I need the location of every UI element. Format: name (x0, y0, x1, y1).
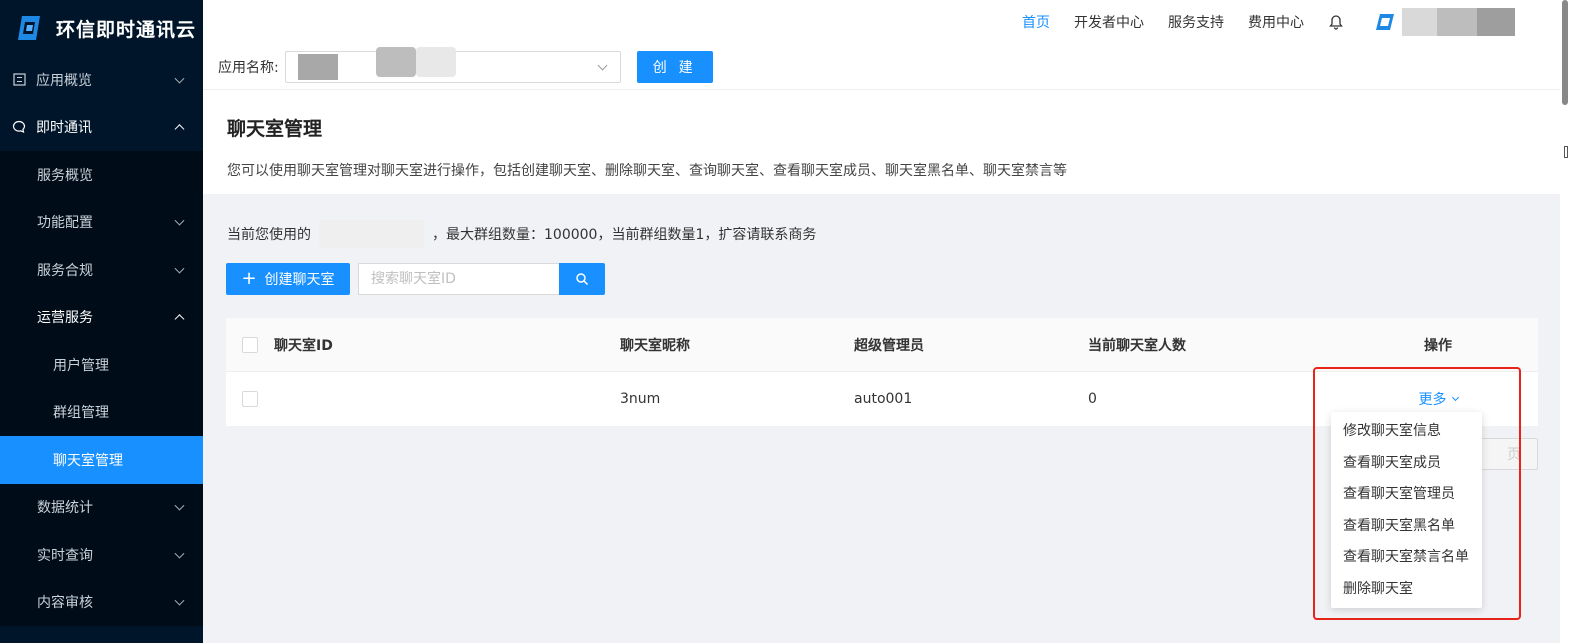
quota-info-suffix: ，最大群组数量：100000，当前群组数量1，扩容请联系商务 (432, 227, 817, 243)
chatroom-table: 聊天室ID 聊天室昵称 超级管理员 当前聊天室人数 操作 3num auto00… (226, 318, 1538, 426)
top-nav: 首页 开发者中心 服务支持 费用中心 (1022, 0, 1560, 44)
username-redacted (1402, 8, 1437, 36)
sidebar-item-label: 应用概览 (36, 72, 92, 89)
topnav-developer-link[interactable]: 开发者中心 (1074, 12, 1144, 32)
sidebar-item-label: 数据统计 (37, 500, 93, 517)
row-checkbox[interactable] (242, 391, 258, 407)
sidebar-item-label: 即时通讯 (36, 120, 92, 137)
sidebar-item-label: 群组管理 (53, 405, 109, 422)
overview-icon (12, 73, 26, 87)
plus-icon: + (241, 268, 257, 289)
menu-item-view-blacklist[interactable]: 查看聊天室黑名单 (1331, 511, 1482, 543)
sidebar-item-statistics[interactable]: 数据统计 (0, 483, 203, 531)
scroll-marker (1564, 146, 1568, 158)
search-input[interactable] (358, 263, 559, 295)
create-chatroom-button[interactable]: + 创建聊天室 (226, 263, 350, 295)
quota-info: 当前您使用的 ，最大群组数量：100000，当前群组数量1，扩容请联系商务 (227, 220, 816, 248)
sidebar-item-feature-config[interactable]: 功能配置 (0, 198, 203, 246)
toolbar: + 创建聊天室 (226, 263, 605, 295)
page-header: 聊天室管理 您可以使用聊天室管理对聊天室进行操作，包括创建聊天室、删除聊天室、查… (203, 90, 1560, 194)
scrollbar-thumb[interactable] (1562, 0, 1568, 105)
sidebar-item-label: 用户管理 (53, 357, 109, 374)
sidebar-item-label: 实时查询 (37, 547, 93, 564)
app-name-redacted (375, 46, 416, 77)
pagination-next-button[interactable]: 页 (1478, 438, 1538, 470)
sidebar-item-service-overview[interactable]: 服务概览 (0, 151, 203, 199)
table-header: 聊天室ID 聊天室昵称 超级管理员 当前聊天室人数 操作 (226, 318, 1538, 372)
sidebar-item-realtime-query[interactable]: 实时查询 (0, 531, 203, 579)
search-button[interactable] (559, 263, 605, 295)
chevron-down-icon (174, 215, 185, 226)
cell-name: 3num (620, 391, 661, 407)
more-actions-button[interactable]: 更多 (1418, 389, 1459, 409)
chevron-down-icon (1451, 393, 1459, 402)
sidebar-item-app-overview[interactable]: 应用概览 (0, 56, 203, 104)
create-chatroom-label: 创建聊天室 (264, 272, 335, 288)
page-description: 您可以使用聊天室管理对聊天室进行操作，包括创建聊天室、删除聊天室、查询聊天室、查… (227, 163, 1067, 179)
chevron-up-icon (174, 124, 185, 135)
quota-info-prefix: 当前您使用的 (227, 227, 311, 243)
topnav-support-link[interactable]: 服务支持 (1168, 12, 1224, 32)
topnav-home-link[interactable]: 首页 (1022, 12, 1050, 32)
sidebar-item-operations[interactable]: 运营服务 (0, 293, 203, 341)
chevron-down-icon (174, 548, 185, 559)
chevron-down-icon (174, 263, 185, 274)
username-redacted (1477, 8, 1515, 36)
sidebar-item-label: 运营服务 (37, 310, 93, 327)
sidebar-item-label: 内容审核 (37, 595, 93, 612)
page-title: 聊天室管理 (227, 118, 323, 140)
sidebar: 环信即时通讯云 应用概览 即时通讯 服务概览 功能配置 服务合规 运营服务 用户… (0, 0, 203, 643)
menu-item-edit-chatroom[interactable]: 修改聊天室信息 (1331, 416, 1482, 448)
chevron-up-icon (174, 314, 185, 325)
menu-item-view-members[interactable]: 查看聊天室成员 (1331, 448, 1482, 480)
menu-item-view-mute-list[interactable]: 查看聊天室禁言名单 (1331, 542, 1482, 574)
top-header: 首页 开发者中心 服务支持 费用中心 (203, 0, 1560, 44)
column-header-name: 聊天室昵称 (620, 337, 690, 354)
chevron-down-icon (174, 500, 185, 511)
column-header-admin: 超级管理员 (854, 337, 924, 354)
sidebar-item-user-management[interactable]: 用户管理 (0, 341, 203, 389)
menu-item-view-admins[interactable]: 查看聊天室管理员 (1331, 479, 1482, 511)
brand-name: 环信即时通讯云 (56, 18, 197, 41)
cell-count: 0 (1088, 391, 1097, 407)
chevron-down-icon (174, 73, 185, 84)
app-name-label: 应用名称: (218, 59, 279, 76)
column-header-id: 聊天室ID (274, 337, 333, 354)
sidebar-item-chatroom-management[interactable]: 聊天室管理 (0, 436, 203, 484)
search-group (358, 263, 605, 295)
chevron-down-icon (597, 60, 608, 70)
app-name-redacted (297, 53, 338, 80)
bell-icon[interactable] (1328, 14, 1344, 30)
cell-admin: auto001 (854, 391, 913, 407)
column-header-count: 当前聊天室人数 (1088, 337, 1186, 354)
app-select[interactable] (284, 46, 621, 83)
app-select-bar: 应用名称: 创 建 (203, 44, 1560, 90)
more-actions-menu: 修改聊天室信息 查看聊天室成员 查看聊天室管理员 查看聊天室黑名单 查看聊天室禁… (1331, 412, 1482, 608)
brand-logo-icon (18, 16, 40, 40)
sidebar-item-label: 功能配置 (37, 215, 93, 232)
chevron-down-icon (174, 595, 185, 606)
pagination-next-label: 页 (1507, 447, 1521, 463)
search-icon (576, 273, 589, 286)
create-app-button[interactable]: 创 建 (636, 50, 713, 83)
column-header-actions: 操作 (1424, 337, 1452, 354)
sidebar-item-im[interactable]: 即时通讯 (0, 103, 203, 151)
sidebar-item-label: 服务概览 (37, 167, 93, 184)
app-name-redacted (415, 46, 456, 77)
menu-item-delete-chatroom[interactable]: 删除聊天室 (1331, 574, 1482, 606)
sidebar-item-label: 服务合规 (37, 262, 93, 279)
username-redacted (1437, 8, 1477, 36)
plan-name-redacted (319, 220, 424, 248)
more-actions-label: 更多 (1418, 392, 1447, 408)
sidebar-item-group-management[interactable]: 群组管理 (0, 388, 203, 436)
brand-logo[interactable]: 环信即时通讯云 (0, 0, 203, 56)
chat-icon (12, 120, 26, 134)
user-account[interactable] (1374, 8, 1515, 36)
select-all-checkbox[interactable] (242, 336, 258, 353)
topnav-billing-link[interactable]: 费用中心 (1248, 12, 1304, 32)
sidebar-item-label: 聊天室管理 (53, 452, 123, 469)
sidebar-item-compliance[interactable]: 服务合规 (0, 246, 203, 294)
sidebar-item-content-review[interactable]: 内容审核 (0, 578, 203, 626)
avatar (1376, 14, 1394, 30)
